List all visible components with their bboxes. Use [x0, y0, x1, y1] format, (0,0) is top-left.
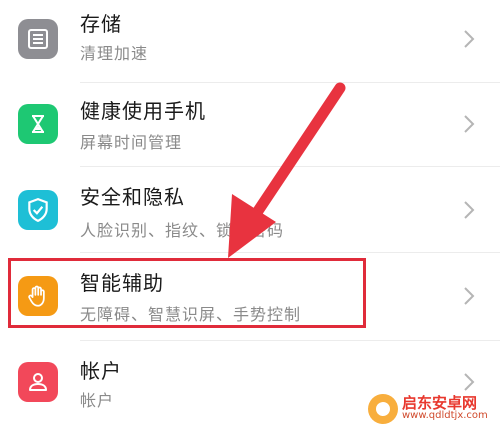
user-icon [18, 362, 58, 402]
chevron-right-icon [464, 287, 475, 305]
settings-item-subtitle: 人脸识别、指纹、锁屏密码 [80, 221, 285, 240]
settings-item-title: 安全和隐私 [80, 185, 185, 209]
settings-item-title: 帐户 [80, 359, 122, 383]
settings-item-title: 存储 [80, 12, 122, 36]
chevron-right-icon [464, 373, 475, 391]
hourglass-icon [18, 104, 58, 144]
chevron-right-icon [464, 201, 475, 219]
settings-item-security-privacy[interactable]: 安全和隐私 人脸识别、指纹、锁屏密码 [0, 167, 500, 253]
watermark-url: www.qdldtjx.com [402, 410, 488, 421]
settings-item-subtitle: 屏幕时间管理 [80, 133, 183, 152]
watermark: 启东安卓网 www.qdldtjx.com [368, 392, 498, 426]
settings-item-digital-balance[interactable]: 健康使用手机 屏幕时间管理 [0, 81, 500, 167]
settings-item-title: 健康使用手机 [80, 99, 206, 123]
shield-check-icon [18, 190, 58, 230]
settings-item-storage[interactable]: 存储 清理加速 [0, 0, 500, 82]
chevron-right-icon [464, 115, 475, 133]
chevron-right-icon [464, 30, 475, 48]
settings-item-subtitle: 帐户 [80, 391, 115, 410]
storage-icon [18, 19, 58, 59]
settings-list: 存储 清理加速 健康使用手机 屏幕时间管理 安全和隐私 人脸识别、指纹、锁屏密码… [0, 0, 500, 430]
settings-item-subtitle: 清理加速 [80, 44, 149, 63]
watermark-logo-icon [368, 394, 398, 424]
highlight-box [8, 258, 366, 328]
